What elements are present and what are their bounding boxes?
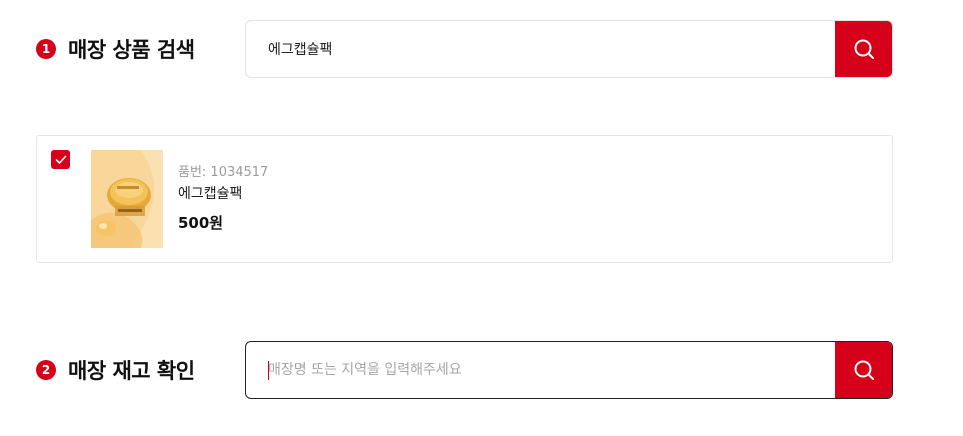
product-thumbnail[interactable] <box>91 150 163 248</box>
product-search-box <box>245 20 893 78</box>
section-title: 매장 상품 검색 <box>68 38 195 62</box>
section-heading: 2 매장 재고 확인 <box>36 341 195 399</box>
product-name: 에그캡슐팩 <box>178 186 243 202</box>
section-store-product-search: 1 매장 상품 검색 <box>36 20 893 78</box>
store-search-input[interactable] <box>246 342 836 398</box>
section-store-stock-check: 2 매장 재고 확인 <box>36 341 893 399</box>
product-search-input[interactable] <box>246 21 836 77</box>
step-number-badge: 2 <box>36 360 56 380</box>
section-heading: 1 매장 상품 검색 <box>36 20 195 78</box>
product-search-button[interactable] <box>835 21 892 77</box>
store-search-button[interactable] <box>835 342 892 398</box>
product-image <box>91 150 163 248</box>
product-code: 품번: 1034517 <box>178 165 269 180</box>
product-select-checkbox[interactable] <box>51 150 70 169</box>
step-number-badge: 1 <box>36 39 56 59</box>
store-search-box <box>245 341 893 399</box>
text-cursor <box>268 361 269 380</box>
checkmark-icon <box>55 155 66 164</box>
search-icon <box>854 39 874 59</box>
product-result-card[interactable]: 품번: 1034517 에그캡슐팩 500원 <box>36 135 893 263</box>
search-icon <box>854 360 874 380</box>
product-info: 품번: 1034517 에그캡슐팩 500원 <box>178 164 268 234</box>
section-title: 매장 재고 확인 <box>68 359 195 383</box>
product-price: 500원 <box>178 214 224 232</box>
